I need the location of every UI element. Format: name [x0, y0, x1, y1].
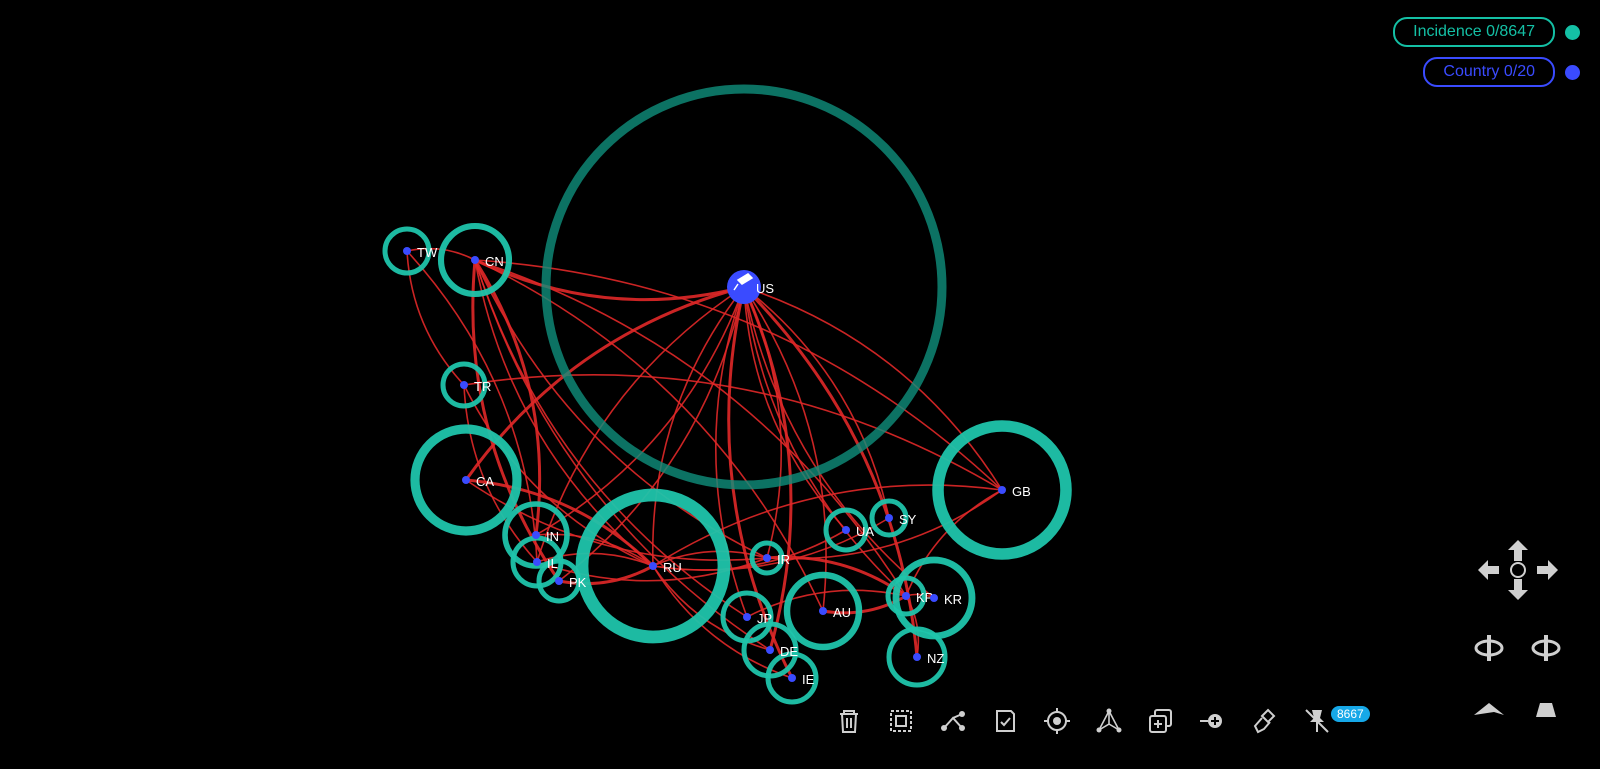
node-label-pk: PK [569, 575, 587, 590]
node-au[interactable] [819, 607, 827, 615]
node-label-tr: TR [474, 379, 491, 394]
node-label-ru: RU [663, 560, 682, 575]
rings-layer [382, 84, 1072, 705]
node-label-ca: CA [476, 474, 494, 489]
node-label-tw: TW [417, 245, 438, 260]
arrow-up-icon[interactable] [1508, 540, 1528, 561]
unpin-button[interactable] [1300, 704, 1334, 738]
edge-us-ru[interactable] [651, 286, 745, 567]
node-label-ir: IR [777, 552, 790, 567]
center-icon[interactable] [1510, 562, 1526, 578]
focus-target-button[interactable] [1040, 704, 1074, 738]
node-label-kr: KR [944, 592, 962, 607]
unpin-icon [1305, 709, 1329, 733]
node-cn[interactable] [471, 256, 479, 264]
country-filter-pill[interactable]: Country 0/20 [1423, 57, 1555, 87]
node-label-gb: GB [1012, 484, 1031, 499]
node-kr[interactable] [930, 594, 938, 602]
incidence-filter-pill[interactable]: Incidence 0/8647 [1393, 17, 1555, 47]
node-label-jp: JP [757, 611, 772, 626]
rotate-right-icon[interactable] [1531, 635, 1561, 661]
duplicate-button[interactable] [1144, 704, 1178, 738]
tilt-down-icon[interactable] [1474, 703, 1504, 715]
node-label-il: IL [547, 556, 558, 571]
country-color-dot [1565, 64, 1580, 80]
node-ca[interactable] [462, 476, 470, 484]
trash-icon [840, 710, 858, 733]
node-label-au: AU [833, 605, 851, 620]
brush-icon [1253, 708, 1276, 734]
node-label-ua: UA [856, 524, 874, 539]
focus-target-icon [1044, 708, 1070, 734]
checklist-button[interactable] [988, 704, 1022, 738]
node-label-de: DE [780, 644, 798, 659]
node-ir[interactable] [763, 554, 771, 562]
arrow-left-icon[interactable] [1478, 560, 1499, 580]
incidence-color-dot [1565, 24, 1580, 40]
navigation-controls [1474, 540, 1561, 717]
add-node-button[interactable] [1196, 704, 1230, 738]
graph-layout-button[interactable] [1092, 704, 1126, 738]
trash-button[interactable] [832, 704, 866, 738]
legend-country[interactable]: Country 0/20 [1423, 57, 1580, 87]
node-ru[interactable] [649, 562, 657, 570]
node-pk[interactable] [555, 577, 563, 585]
add-node-icon [1200, 714, 1222, 728]
node-jp[interactable] [743, 613, 751, 621]
node-nz[interactable] [913, 653, 921, 661]
arrow-down-icon[interactable] [1508, 579, 1528, 600]
graph-layout-icon [1096, 708, 1122, 733]
node-sy[interactable] [885, 514, 893, 522]
node-de[interactable] [766, 646, 774, 654]
edge-merge-icon [941, 711, 965, 731]
node-label-sy: SY [899, 512, 917, 527]
count-badge: 8667 [1331, 706, 1370, 722]
edge-gb-kp[interactable] [905, 489, 1003, 597]
node-il[interactable] [533, 558, 541, 566]
node-ua[interactable] [842, 526, 850, 534]
toolbar [832, 704, 1334, 738]
node-gb[interactable] [998, 486, 1006, 494]
node-tr[interactable] [460, 381, 468, 389]
node-label-cn: CN [485, 254, 504, 269]
node-label-ie: IE [802, 672, 815, 687]
select-box-button[interactable] [884, 704, 918, 738]
node-label-in: IN [546, 529, 559, 544]
node-label-us: US [756, 281, 774, 296]
arrow-right-icon[interactable] [1537, 560, 1558, 580]
rotate-left-icon[interactable] [1474, 635, 1504, 661]
checklist-icon [996, 710, 1015, 732]
node-ie[interactable] [788, 674, 796, 682]
brush-button[interactable] [1248, 704, 1282, 738]
legend-incidence[interactable]: Incidence 0/8647 [1393, 17, 1580, 47]
edge-merge-button[interactable] [936, 704, 970, 738]
tilt-up-icon[interactable] [1536, 703, 1556, 717]
node-tw[interactable] [403, 247, 411, 255]
select-box-icon [890, 710, 912, 732]
network-graph[interactable]: USTWCNTRCAINILPKRUIRUASYGBKP KRJP AUDE NZIE [0, 0, 1600, 769]
node-in[interactable] [532, 531, 540, 539]
duplicate-icon [1149, 709, 1172, 733]
node-kp[interactable] [902, 592, 910, 600]
node-label-nz: NZ [927, 651, 944, 666]
